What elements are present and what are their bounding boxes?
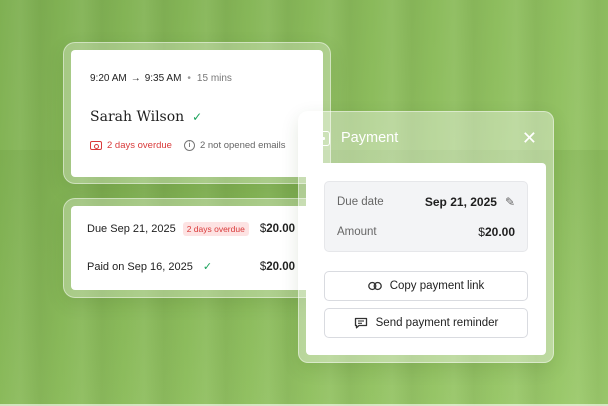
- appointment-meta-row: 2 days overdue i 2 not opened emails: [90, 140, 286, 151]
- payment-panel-body: Due date Sep 21, 2025 ✎ Amount $20.00 Co…: [306, 163, 546, 355]
- money-icon: [90, 141, 102, 150]
- due-date-value: Sep 21, 2025: [424, 195, 497, 209]
- wallet-icon: [317, 130, 330, 146]
- payment-panel-title: Payment: [341, 130, 399, 146]
- payment-details: Due date Sep 21, 2025 ✎ Amount $20.00: [324, 181, 528, 252]
- payment-label: Paid on Sep 16, 2025: [87, 260, 193, 273]
- emails-status: i 2 not opened emails: [183, 140, 286, 151]
- copy-payment-link-button[interactable]: Copy payment link: [324, 271, 528, 301]
- send-payment-reminder-label: Send payment reminder: [375, 317, 499, 329]
- payment-amount: $20.00: [259, 223, 295, 235]
- client-name-row: Sarah Wilson ✓: [90, 109, 202, 125]
- appointment-time-row: 9:20 AM → 9:35 AM • 15 mins: [90, 73, 232, 84]
- amount-row: Amount $20.00: [337, 225, 515, 239]
- appointment-card[interactable]: 9:20 AM → 9:35 AM • 15 mins Sarah Wilson…: [71, 50, 323, 177]
- overdue-status: 2 days overdue: [90, 140, 172, 151]
- info-icon: i: [183, 140, 195, 151]
- message-icon: [354, 317, 367, 329]
- check-icon: ✓: [202, 261, 213, 273]
- amount-value: $20.00: [478, 225, 515, 239]
- list-item[interactable]: Due Sep 21, 2025 2 days overdue $20.00: [87, 222, 295, 236]
- list-item[interactable]: Paid on Sep 16, 2025 ✓ $20.00: [87, 260, 295, 274]
- arrow-right-icon: →: [130, 73, 141, 84]
- payment-amount: $20.00: [259, 260, 295, 273]
- payment-label: Due Sep 21, 2025: [87, 223, 176, 235]
- edit-pencil-icon[interactable]: ✎: [505, 195, 515, 209]
- end-time: 9:35 AM: [144, 73, 182, 84]
- client-name: Sarah Wilson: [90, 109, 185, 125]
- payment-panel-header: Payment ✕: [299, 112, 553, 164]
- link-icon: [367, 281, 382, 291]
- due-date-label: Due date: [337, 196, 384, 208]
- overdue-text: 2 days overdue: [107, 140, 172, 151]
- duration: 15 mins: [196, 73, 232, 84]
- overdue-badge: 2 days overdue: [182, 222, 249, 236]
- emails-text: 2 not opened emails: [199, 140, 286, 151]
- send-payment-reminder-button[interactable]: Send payment reminder: [324, 308, 528, 338]
- check-icon: ✓: [192, 110, 203, 124]
- payments-list: Due Sep 21, 2025 2 days overdue $20.00 P…: [71, 206, 311, 290]
- start-time: 9:20 AM: [90, 73, 127, 84]
- amount-label: Amount: [337, 226, 377, 238]
- copy-payment-link-label: Copy payment link: [389, 280, 485, 292]
- close-button[interactable]: ✕: [522, 128, 537, 148]
- dot-separator: •: [187, 73, 191, 84]
- due-date-row: Due date Sep 21, 2025 ✎: [337, 195, 515, 209]
